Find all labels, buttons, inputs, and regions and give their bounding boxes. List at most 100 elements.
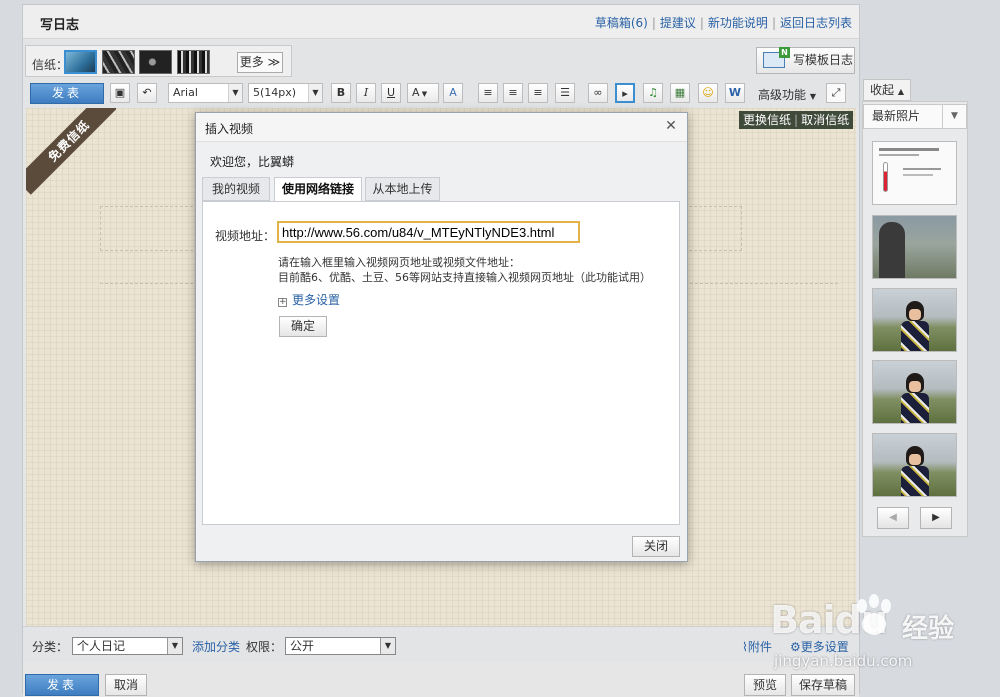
publish-button-bottom[interactable]: 发表 <box>25 674 99 696</box>
permission-label: 权限： <box>246 640 283 654</box>
paper-thumbnail[interactable] <box>64 50 97 74</box>
category-label: 分类： <box>32 640 69 654</box>
italic-icon[interactable]: I <box>356 83 376 103</box>
insert-video-dialog: 插入视频 ✕ 欢迎您，比翼蟒 我的视频 使用网络链接 从本地上传 视频地址： 请… <box>195 112 688 562</box>
watermark-url: jingyan.baidu.com <box>774 652 913 670</box>
publish-button[interactable]: 发表 <box>30 83 104 104</box>
help-text-line1: 请在输入框里输入视频网页地址或视频文件地址： <box>278 256 520 269</box>
collapse-label: 收起 <box>870 83 895 97</box>
tab-my-videos[interactable]: 我的视频 <box>202 177 270 201</box>
link-separator: | <box>699 16 704 30</box>
photo-thumbnail[interactable] <box>872 215 957 279</box>
confirm-button[interactable]: 确定 <box>279 316 327 337</box>
template-diary-label: 写模板日志 <box>793 53 854 67</box>
chevron-down-icon: ▼ <box>942 105 966 128</box>
link-icon[interactable]: ∞ <box>588 83 608 103</box>
more-settings-toggle[interactable]: + 更多设置 <box>278 291 340 308</box>
back-to-list-link[interactable]: 返回日志列表 <box>780 16 852 30</box>
align-center-icon[interactable]: ≡ <box>503 83 523 103</box>
dialog-body: 欢迎您，比翼蟒 我的视频 使用网络链接 从本地上传 视频地址： 请在输入框里输入… <box>196 142 687 530</box>
chevron-up-icon: ▲ <box>897 87 904 96</box>
highlight-icon[interactable]: A <box>443 83 463 103</box>
help-text-line2: 目前酷6、优酷、土豆、56等网站支持直接输入视频网页地址（此功能试用） <box>278 271 651 284</box>
previous-page-icon[interactable]: ◀ <box>877 507 909 529</box>
font-size-select[interactable]: 5(14px) ▼ <box>248 83 323 103</box>
photo-thumbnail[interactable] <box>872 288 957 352</box>
tab-network-link[interactable]: 使用网络链接 <box>274 177 362 202</box>
free-paper-ribbon-label: 免费信纸 <box>26 108 116 195</box>
template-diary-button[interactable]: 写模板日志 <box>756 47 855 74</box>
chevron-down-icon: ▼ <box>228 84 242 102</box>
paper-thumbnail[interactable] <box>139 50 172 74</box>
change-paper-link[interactable]: 更换信纸 <box>743 113 791 127</box>
paper-thumbnail[interactable] <box>177 50 210 74</box>
bottom-bar <box>23 663 859 697</box>
dialog-header: 插入视频 ✕ <box>196 113 687 142</box>
expand-icon[interactable]: ⤢ <box>826 83 846 103</box>
suggest-link[interactable]: 提建议 <box>660 16 696 30</box>
align-right-icon[interactable]: ≡ <box>528 83 548 103</box>
emoji-icon[interactable]: ☺ <box>698 83 718 103</box>
image-icon[interactable]: ▦ <box>670 83 690 103</box>
tab-local-upload[interactable]: 从本地上传 <box>365 177 440 201</box>
close-button[interactable]: 关闭 <box>632 536 680 557</box>
photo-thumbnail[interactable] <box>872 141 957 205</box>
chevron-down-icon: ▼ <box>380 638 395 654</box>
page-title: 写日志 <box>40 18 80 33</box>
advanced-functions-label: 高级功能 <box>758 88 807 102</box>
font-color-icon[interactable]: A ▼ <box>407 83 439 103</box>
watermark-cn: 经验 <box>902 614 955 644</box>
paper-label: 信纸： <box>32 58 69 72</box>
chevron-down-icon: ▼ <box>809 92 816 101</box>
underline-icon[interactable]: U <box>381 83 401 103</box>
music-icon[interactable]: ♫ <box>643 83 663 103</box>
category-select[interactable]: 个人日记 ▼ <box>72 637 183 655</box>
justify-icon[interactable]: ☰ <box>555 83 575 103</box>
plus-icon: + <box>278 297 287 307</box>
tab-panel: 视频地址： 请在输入框里输入视频网页地址或视频文件地址： 目前酷6、优酷、土豆、… <box>202 201 680 525</box>
permission-select[interactable]: 公开 ▼ <box>285 637 396 655</box>
next-page-icon[interactable]: ▶ <box>920 507 952 529</box>
more-papers-button[interactable]: 更多 ≫ <box>237 52 283 73</box>
dialog-footer: 关闭 <box>196 530 687 561</box>
font-family-select[interactable]: Arial ▼ <box>168 83 243 103</box>
align-left-icon[interactable]: ≡ <box>478 83 498 103</box>
separator: | <box>794 113 799 127</box>
recent-photos-select[interactable]: 最新照片 ▼ <box>863 104 967 129</box>
link-separator: | <box>771 16 776 30</box>
chevron-down-icon: ▼ <box>308 84 322 102</box>
bold-icon[interactable]: B <box>331 83 351 103</box>
chevron-down-icon: ▼ <box>419 90 428 98</box>
template-icon <box>763 47 790 68</box>
category-value: 个人日记 <box>77 639 126 653</box>
dialog-title: 插入视频 <box>205 122 254 136</box>
welcome-text: 欢迎您，比翼蟒 <box>210 155 295 169</box>
undo-icon[interactable]: ↶ <box>137 83 157 103</box>
video-url-input[interactable] <box>277 221 580 243</box>
attachment-label: 附件 <box>747 640 772 654</box>
link-separator: | <box>651 16 656 30</box>
photo-thumbnail[interactable] <box>872 360 957 424</box>
cancel-button[interactable]: 取消 <box>105 674 147 696</box>
font-size-value: 5(14px) <box>253 86 297 99</box>
paper-thumbnail[interactable] <box>102 50 135 74</box>
cancel-paper-link[interactable]: 取消信纸 <box>801 113 849 127</box>
video-icon[interactable]: ▸ <box>615 83 635 103</box>
video-url-label: 视频地址： <box>215 229 276 243</box>
new-features-link[interactable]: 新功能说明 <box>708 16 768 30</box>
chevron-down-icon: ▼ <box>167 638 182 654</box>
more-settings-label: 更多设置 <box>292 293 341 307</box>
free-paper-ribbon: 免费信纸 <box>26 108 116 198</box>
word-icon[interactable]: W <box>725 83 745 103</box>
drafts-link[interactable]: 草稿箱(6) <box>595 16 648 30</box>
collapse-tab[interactable]: 收起 ▲ <box>863 79 911 101</box>
attachment-link[interactable]: ⌇附件 <box>742 638 772 655</box>
add-category-link[interactable]: 添加分类 <box>192 638 240 655</box>
close-icon[interactable]: ✕ <box>663 118 679 134</box>
recent-photos-label: 最新照片 <box>872 109 921 123</box>
save-icon[interactable]: ▣ <box>110 83 130 103</box>
advanced-functions-toggle[interactable]: 高级功能 ▼ <box>758 86 816 103</box>
photo-thumbnail[interactable] <box>872 433 957 497</box>
baidu-watermark: Baidu 经验 jingyan.baidu.com <box>770 590 995 690</box>
permission-value: 公开 <box>290 639 315 653</box>
